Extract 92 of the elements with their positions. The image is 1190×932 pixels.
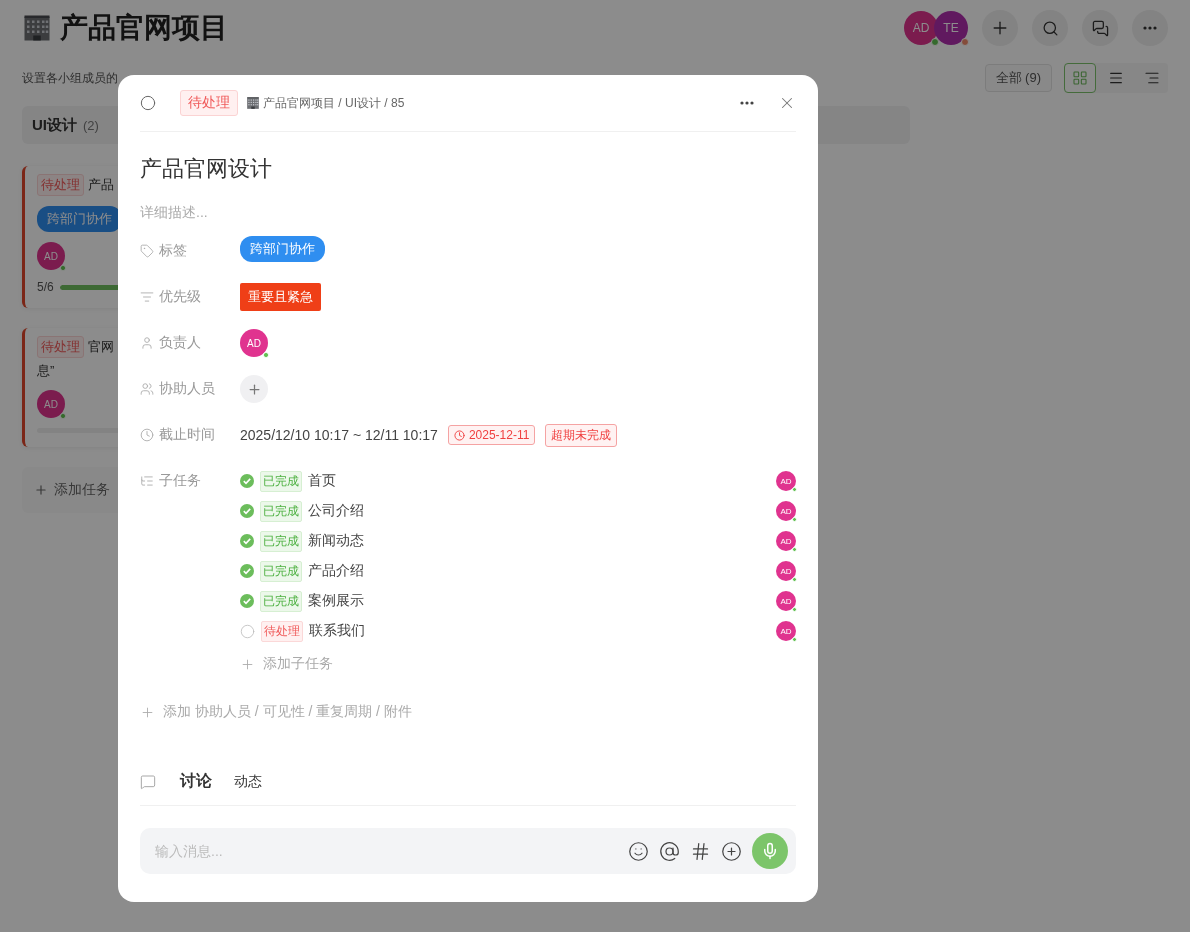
field-label: 子任务 <box>159 472 201 490</box>
chat-icon <box>1091 19 1109 37</box>
user-avatar: AD <box>37 242 65 270</box>
list-view-icon <box>1108 70 1124 86</box>
filter-button[interactable]: 全部 (9) <box>984 64 1052 92</box>
user-avatar: AD <box>776 561 796 581</box>
user-avatar: AD <box>776 471 796 491</box>
view-toggle[interactable] <box>1064 63 1096 93</box>
user-avatar: AD <box>776 591 796 611</box>
card-title: 息” <box>37 362 56 380</box>
subtask-title[interactable]: 首页 <box>308 472 770 490</box>
users-icon <box>140 382 154 396</box>
message-input[interactable]: 输入消息... <box>153 842 618 860</box>
attach-button[interactable] <box>721 840 742 862</box>
message-field[interactable]: 输入消息... <box>140 828 796 874</box>
user-icon <box>140 336 154 350</box>
check-circle-icon[interactable] <box>240 474 254 488</box>
user-avatar: AD <box>776 501 796 521</box>
status-tag: 已完成 <box>260 560 302 582</box>
project-title: 产品官网项目 <box>60 11 228 45</box>
subtask-title[interactable]: 产品介绍 <box>308 562 770 580</box>
more-icon <box>740 101 754 105</box>
due-date-tag: 2025-12-11 <box>447 425 536 445</box>
clock-icon <box>140 428 154 442</box>
check-circle-icon[interactable] <box>240 534 254 548</box>
check-circle-icon[interactable] <box>240 594 254 608</box>
check-circle-icon[interactable] <box>240 504 254 518</box>
plus-icon <box>34 483 48 497</box>
project-description: 设置各小组成员的 <box>22 69 118 87</box>
hash-icon <box>690 840 711 862</box>
overdue-tag: 超期未完成 <box>545 423 618 447</box>
subtask-title[interactable]: 公司介绍 <box>308 502 770 520</box>
field-label: 优先级 <box>159 288 201 306</box>
plus-circle-icon <box>721 840 742 862</box>
status-tag: 已完成 <box>260 590 302 612</box>
field-label: 协助人员 <box>159 380 215 398</box>
search-icon <box>1041 19 1059 37</box>
subtask-title[interactable]: 新闻动态 <box>308 532 770 550</box>
tab[interactable]: 动态 <box>228 772 268 791</box>
field-label: 标签 <box>159 242 187 260</box>
breadcrumb: 产品官网项目 / UI设计 / 85 <box>263 94 405 112</box>
circle-icon <box>140 95 156 111</box>
chat-icon <box>140 773 156 790</box>
user-avatar: AD <box>37 390 65 418</box>
building-icon <box>246 96 260 110</box>
tag-icon <box>140 244 154 258</box>
mention-button[interactable] <box>659 840 680 862</box>
card-title: 官网 <box>88 338 114 356</box>
subtask-title[interactable]: 案例展示 <box>308 592 770 610</box>
chat-button[interactable] <box>1082 10 1118 46</box>
column-title: UI设计 <box>32 115 77 135</box>
check-circle-icon[interactable] <box>240 564 254 578</box>
status-tag: 待处理 <box>37 336 84 358</box>
tree-icon <box>140 474 154 488</box>
field-label: 负责人 <box>159 334 201 352</box>
card-title: 产品 <box>88 176 114 194</box>
status-tag: 已完成 <box>260 500 302 522</box>
column-count: (2) <box>83 117 99 133</box>
microphone-icon <box>761 842 779 860</box>
status-tag: 待处理 <box>261 620 303 642</box>
user-avatar: AD <box>776 621 796 641</box>
field-label: 截止时间 <box>159 426 215 444</box>
user-avatar: AD <box>776 531 796 551</box>
subtask-title[interactable]: 联系我们 <box>309 622 770 640</box>
gantt-view-icon <box>1144 70 1160 86</box>
clock-icon <box>453 429 465 441</box>
complete-toggle[interactable] <box>140 95 156 111</box>
smile-icon <box>628 840 649 862</box>
priority-tag[interactable]: 重要且紧急 <box>240 283 321 311</box>
progress-text: 5/6 <box>37 280 54 294</box>
status-tag: 已完成 <box>260 530 302 552</box>
search-button[interactable] <box>1032 10 1068 46</box>
user-avatar: AD <box>240 329 268 357</box>
plus-icon <box>240 656 255 672</box>
grid-view-icon <box>1072 70 1088 86</box>
emoji-button[interactable] <box>628 840 649 862</box>
at-icon <box>659 840 680 862</box>
voice-button[interactable] <box>752 833 788 869</box>
status-tag: 已完成 <box>260 470 302 492</box>
more-button[interactable] <box>740 101 754 105</box>
tab[interactable]: 讨论 <box>174 771 218 792</box>
add-button[interactable] <box>982 10 1018 46</box>
plus-icon <box>140 704 155 720</box>
priority-icon <box>140 290 154 304</box>
hashtag-button[interactable] <box>690 840 711 862</box>
more-icon <box>1143 26 1157 30</box>
deadline-text[interactable]: 2025/12/10 10:17 ~ 12/11 10:17 <box>240 427 438 443</box>
add-helper-button[interactable] <box>240 375 268 403</box>
status-tag: 待处理 <box>37 174 84 196</box>
plus-icon <box>246 381 262 397</box>
task-title[interactable]: 产品官网设计 <box>140 154 796 184</box>
building-icon <box>22 13 52 43</box>
